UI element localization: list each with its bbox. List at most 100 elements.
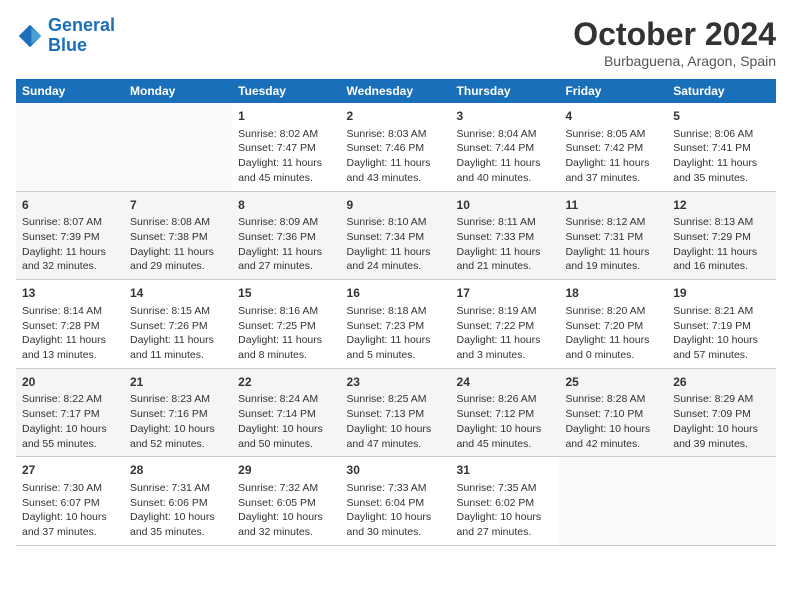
sunset-text: Sunset: 7:23 PM bbox=[347, 320, 425, 332]
calendar-cell: 29Sunrise: 7:32 AMSunset: 6:05 PMDayligh… bbox=[232, 457, 340, 546]
weekday-row: SundayMondayTuesdayWednesdayThursdayFrid… bbox=[16, 79, 776, 103]
day-number: 6 bbox=[22, 197, 118, 214]
daylight-text: Daylight: 11 hours and 3 minutes. bbox=[457, 334, 541, 361]
sunrise-text: Sunrise: 7:30 AM bbox=[22, 482, 102, 494]
logo-text: General Blue bbox=[48, 16, 115, 56]
sunset-text: Sunset: 7:10 PM bbox=[565, 408, 643, 420]
daylight-text: Daylight: 11 hours and 32 minutes. bbox=[22, 246, 106, 273]
sunset-text: Sunset: 7:09 PM bbox=[673, 408, 751, 420]
daylight-text: Daylight: 10 hours and 42 minutes. bbox=[565, 423, 650, 450]
calendar-table: SundayMondayTuesdayWednesdayThursdayFrid… bbox=[16, 79, 776, 546]
sunset-text: Sunset: 7:19 PM bbox=[673, 320, 751, 332]
daylight-text: Daylight: 10 hours and 50 minutes. bbox=[238, 423, 323, 450]
daylight-text: Daylight: 10 hours and 39 minutes. bbox=[673, 423, 758, 450]
day-number: 17 bbox=[457, 285, 554, 302]
day-number: 7 bbox=[130, 197, 226, 214]
day-number: 25 bbox=[565, 374, 661, 391]
calendar-cell: 13Sunrise: 8:14 AMSunset: 7:28 PMDayligh… bbox=[16, 280, 124, 369]
sunrise-text: Sunrise: 8:26 AM bbox=[457, 393, 537, 405]
calendar-week-row: 6 Sunrise: 8:07 AM Sunset: 7:39 PM Daylight… bbox=[16, 191, 776, 280]
day-number: 10 bbox=[457, 197, 554, 214]
weekday-header: Thursday bbox=[451, 79, 560, 103]
sunrise-text: Sunrise: 7:31 AM bbox=[130, 482, 210, 494]
daylight-text: Daylight: 11 hours and 5 minutes. bbox=[347, 334, 431, 361]
day-number: 15 bbox=[238, 285, 334, 302]
day-number: 8 bbox=[238, 197, 334, 214]
calendar-cell: 24Sunrise: 8:26 AMSunset: 7:12 PMDayligh… bbox=[451, 368, 560, 457]
calendar-cell: 23Sunrise: 8:25 AMSunset: 7:13 PMDayligh… bbox=[341, 368, 451, 457]
sunset-text: Sunset: 6:06 PM bbox=[130, 497, 208, 509]
day-number: 21 bbox=[130, 374, 226, 391]
sunrise-text: Sunrise: 7:35 AM bbox=[457, 482, 537, 494]
sunset-text: Sunset: 7:44 PM bbox=[457, 142, 535, 154]
calendar-cell: 15Sunrise: 8:16 AMSunset: 7:25 PMDayligh… bbox=[232, 280, 340, 369]
calendar-cell: 21Sunrise: 8:23 AMSunset: 7:16 PMDayligh… bbox=[124, 368, 232, 457]
sunset-text: Sunset: 7:38 PM bbox=[130, 231, 208, 243]
sunrise-text: Sunrise: 8:02 AM bbox=[238, 128, 318, 140]
day-number: 14 bbox=[130, 285, 226, 302]
day-number: 22 bbox=[238, 374, 334, 391]
calendar-cell: 17 Sunrise: 8:19 AM Sunset: 7:22 PM Dayligh… bbox=[451, 280, 560, 369]
daylight-text: Daylight: 11 hours and 11 minutes. bbox=[130, 334, 214, 361]
day-number: 3 bbox=[457, 108, 554, 125]
logo: General Blue bbox=[16, 16, 115, 56]
sunset-text: Sunset: 6:05 PM bbox=[238, 497, 316, 509]
day-number: 20 bbox=[22, 374, 118, 391]
sunset-text: Sunset: 7:26 PM bbox=[130, 320, 208, 332]
calendar-cell: 5Sunrise: 8:06 AMSunset: 7:41 PMDaylight… bbox=[667, 103, 776, 191]
daylight-text: Daylight: 10 hours and 47 minutes. bbox=[347, 423, 432, 450]
weekday-header: Sunday bbox=[16, 79, 124, 103]
calendar-body: 1Sunrise: 8:02 AMSunset: 7:47 PMDaylight… bbox=[16, 103, 776, 545]
sunrise-text: Sunrise: 8:23 AM bbox=[130, 393, 210, 405]
sunset-text: Sunset: 7:41 PM bbox=[673, 142, 751, 154]
calendar-week-row: 1Sunrise: 8:02 AMSunset: 7:47 PMDaylight… bbox=[16, 103, 776, 191]
sunset-text: Sunset: 7:39 PM bbox=[22, 231, 100, 243]
sunset-text: Sunset: 7:22 PM bbox=[457, 320, 535, 332]
calendar-cell: 26Sunrise: 8:29 AMSunset: 7:09 PMDayligh… bbox=[667, 368, 776, 457]
sunrise-text: Sunrise: 8:22 AM bbox=[22, 393, 102, 405]
day-number: 27 bbox=[22, 462, 118, 479]
sunset-text: Sunset: 6:02 PM bbox=[457, 497, 535, 509]
day-number: 1 bbox=[238, 108, 334, 125]
daylight-text: Daylight: 11 hours and 43 minutes. bbox=[347, 157, 431, 184]
day-number: 31 bbox=[457, 462, 554, 479]
calendar-cell: 12Sunrise: 8:13 AMSunset: 7:29 PMDayligh… bbox=[667, 191, 776, 280]
day-number: 9 bbox=[347, 197, 445, 214]
sunrise-text: Sunrise: 8:15 AM bbox=[130, 305, 210, 317]
calendar-header: SundayMondayTuesdayWednesdayThursdayFrid… bbox=[16, 79, 776, 103]
calendar-cell bbox=[559, 457, 667, 546]
sunset-text: Sunset: 6:07 PM bbox=[22, 497, 100, 509]
daylight-text: Daylight: 11 hours and 13 minutes. bbox=[22, 334, 106, 361]
sunset-text: Sunset: 6:04 PM bbox=[347, 497, 425, 509]
sunrise-text: Sunrise: 8:14 AM bbox=[22, 305, 102, 317]
daylight-text: Daylight: 10 hours and 57 minutes. bbox=[673, 334, 758, 361]
daylight-text: Daylight: 11 hours and 45 minutes. bbox=[238, 157, 322, 184]
daylight-text: Daylight: 11 hours and 19 minutes. bbox=[565, 246, 649, 273]
calendar-cell: 22Sunrise: 8:24 AMSunset: 7:14 PMDayligh… bbox=[232, 368, 340, 457]
calendar-cell: 31Sunrise: 7:35 AMSunset: 6:02 PMDayligh… bbox=[451, 457, 560, 546]
sunset-text: Sunset: 7:31 PM bbox=[565, 231, 643, 243]
sunrise-text: Sunrise: 7:32 AM bbox=[238, 482, 318, 494]
daylight-text: Daylight: 10 hours and 52 minutes. bbox=[130, 423, 215, 450]
daylight-text: Daylight: 10 hours and 37 minutes. bbox=[22, 511, 107, 538]
sunrise-text: Sunrise: 8:03 AM bbox=[347, 128, 427, 140]
calendar-cell: 7Sunrise: 8:08 AMSunset: 7:38 PMDaylight… bbox=[124, 191, 232, 280]
calendar-week-row: 27 Sunrise: 7:30 AM Sunset: 6:07 PM Dayligh… bbox=[16, 457, 776, 546]
calendar-cell: 6 Sunrise: 8:07 AM Sunset: 7:39 PM Daylight… bbox=[16, 191, 124, 280]
calendar-cell: 25Sunrise: 8:28 AMSunset: 7:10 PMDayligh… bbox=[559, 368, 667, 457]
logo-icon bbox=[16, 22, 44, 50]
day-number: 29 bbox=[238, 462, 334, 479]
calendar-cell: 1Sunrise: 8:02 AMSunset: 7:47 PMDaylight… bbox=[232, 103, 340, 191]
sunrise-text: Sunrise: 8:05 AM bbox=[565, 128, 645, 140]
sunrise-text: Sunrise: 8:19 AM bbox=[457, 305, 537, 317]
calendar-cell: 4Sunrise: 8:05 AMSunset: 7:42 PMDaylight… bbox=[559, 103, 667, 191]
day-number: 28 bbox=[130, 462, 226, 479]
sunrise-text: Sunrise: 8:07 AM bbox=[22, 216, 102, 228]
calendar-cell: 3Sunrise: 8:04 AMSunset: 7:44 PMDaylight… bbox=[451, 103, 560, 191]
sunrise-text: Sunrise: 8:25 AM bbox=[347, 393, 427, 405]
calendar-cell bbox=[16, 103, 124, 191]
daylight-text: Daylight: 11 hours and 8 minutes. bbox=[238, 334, 322, 361]
daylight-text: Daylight: 11 hours and 37 minutes. bbox=[565, 157, 649, 184]
calendar-cell: 27 Sunrise: 7:30 AM Sunset: 6:07 PM Dayligh… bbox=[16, 457, 124, 546]
day-number: 5 bbox=[673, 108, 770, 125]
